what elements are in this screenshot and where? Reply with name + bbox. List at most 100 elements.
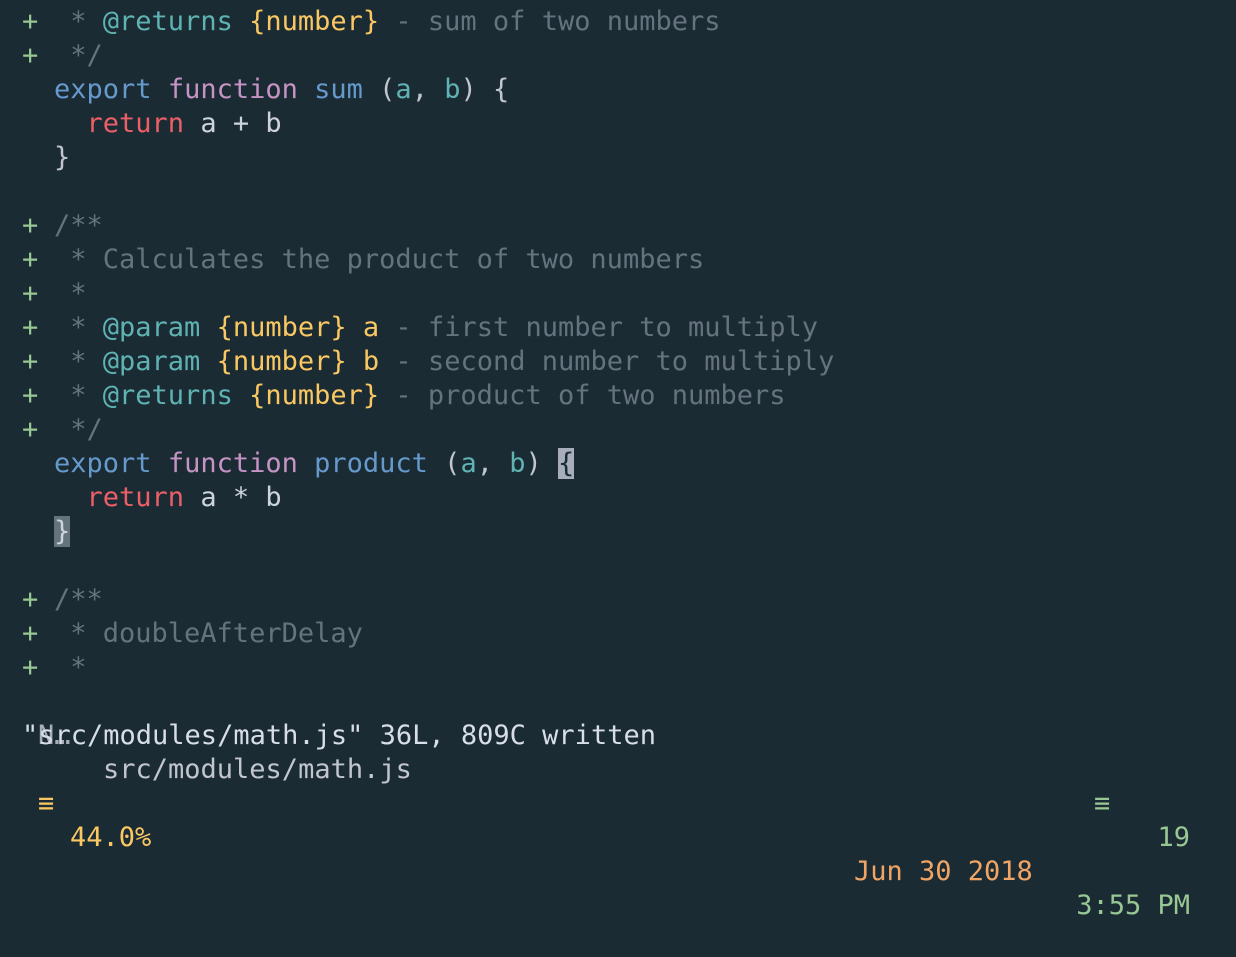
code-token: * [54,380,103,411]
code-text: /** [54,209,103,243]
code-text: */ [54,39,103,73]
terminal-screen: + * @returns {number} - sum of two numbe… [0,0,1236,921]
code-token: {number} [216,312,347,343]
code-token: ( [362,74,396,105]
date-display: Jun 30 2018 [854,856,1033,887]
command-message: "src/modules/math.js" 36L, 809C written [22,720,656,751]
code-token: a [395,74,412,105]
git-added-marker: + [22,278,39,309]
code-token: b [362,346,380,377]
git-added-marker: + [22,6,39,37]
code-token: - product of two numbers [379,380,786,411]
code-token: b [444,74,461,105]
code-token: - sum of two numbers [379,6,721,37]
code-text: */ [54,413,103,447]
git-added-marker: + [22,584,39,615]
code-text: export function sum (a, b) { [54,73,509,107]
code-token: ) { [460,74,510,105]
code-text: * @returns {number} - sum of two numbers [54,5,721,39]
code-token: sum [314,74,363,105]
code-token: a + b [184,108,282,139]
code-text: * doubleAfterDelay [54,617,363,651]
time-display: 3:55 PM [1076,890,1190,921]
code-token: /** [54,210,103,241]
code-token: b [509,448,526,479]
code-token: ( [427,448,461,479]
code-text: * Calculates the product of two numbers [54,243,704,277]
code-token: @param [102,346,201,377]
code-token: } [54,142,71,173]
code-token: - second number to multiply [379,346,835,377]
current-line-number: 19 [1157,822,1190,853]
code-token: - first number to multiply [379,312,819,343]
bracket-match: } [54,516,71,547]
code-token: * [54,312,103,343]
git-added-marker: + [22,312,39,343]
git-added-marker: + [22,380,39,411]
code-text: } [54,141,70,175]
line-icon: ≡ [1094,788,1111,819]
git-added-marker: + [22,346,39,377]
code-token: * [54,346,103,377]
code-token: * Calculates the product of two numbers [54,244,705,275]
code-text: return a * b [54,481,282,515]
code-token: a [362,312,380,343]
code-token: a [460,448,477,479]
code-token: function [167,74,298,105]
code-text: * @param {number} a - first number to mu… [54,311,818,345]
git-added-marker: + [22,652,39,683]
code-token: @returns [102,380,233,411]
code-token: * [54,278,87,309]
code-text: * @returns {number} - product of two num… [54,379,786,413]
code-token: @returns [102,6,233,37]
code-token: * doubleAfterDelay [54,618,363,649]
code-text: /** [54,583,103,617]
git-added-marker: + [22,40,39,71]
status-line: N… src/modules/math.js ≡ 19 [0,685,1236,853]
git-added-marker: + [22,618,39,649]
code-text: export function product (a, b) { [54,447,575,481]
code-token: return [86,482,185,513]
code-text: * @param {number} b - second number to m… [54,345,834,379]
code-token: * [54,6,103,37]
code-token: {number} [249,380,380,411]
code-token: {number} [216,346,347,377]
code-text: return a + b [54,107,282,141]
code-token: , [476,448,510,479]
code-token: return [86,108,185,139]
git-added-marker: + [22,244,39,275]
code-token: */ [54,40,103,71]
code-token: * [54,652,87,683]
git-added-marker: + [22,414,39,445]
text-cursor: { [558,448,575,479]
code-text: } [54,515,71,549]
code-token: , [411,74,445,105]
percent-icon: ≡ [38,788,55,819]
git-added-marker: + [22,210,39,241]
code-token: @param [102,312,201,343]
code-token: /** [54,584,103,615]
code-text: * [54,651,87,685]
code-token: {number} [249,6,380,37]
code-token: function [167,448,298,479]
code-text: * [54,277,87,311]
code-token: a * b [184,482,282,513]
code-token: ) [525,448,558,479]
code-token: export [54,448,152,479]
code-token: */ [54,414,103,445]
tmux-status-bar: ≡ 44.0% Jun 30 2018 3:55 PM [0,753,1236,921]
scroll-percent: 44.0% [70,822,152,853]
code-token: export [54,74,152,105]
